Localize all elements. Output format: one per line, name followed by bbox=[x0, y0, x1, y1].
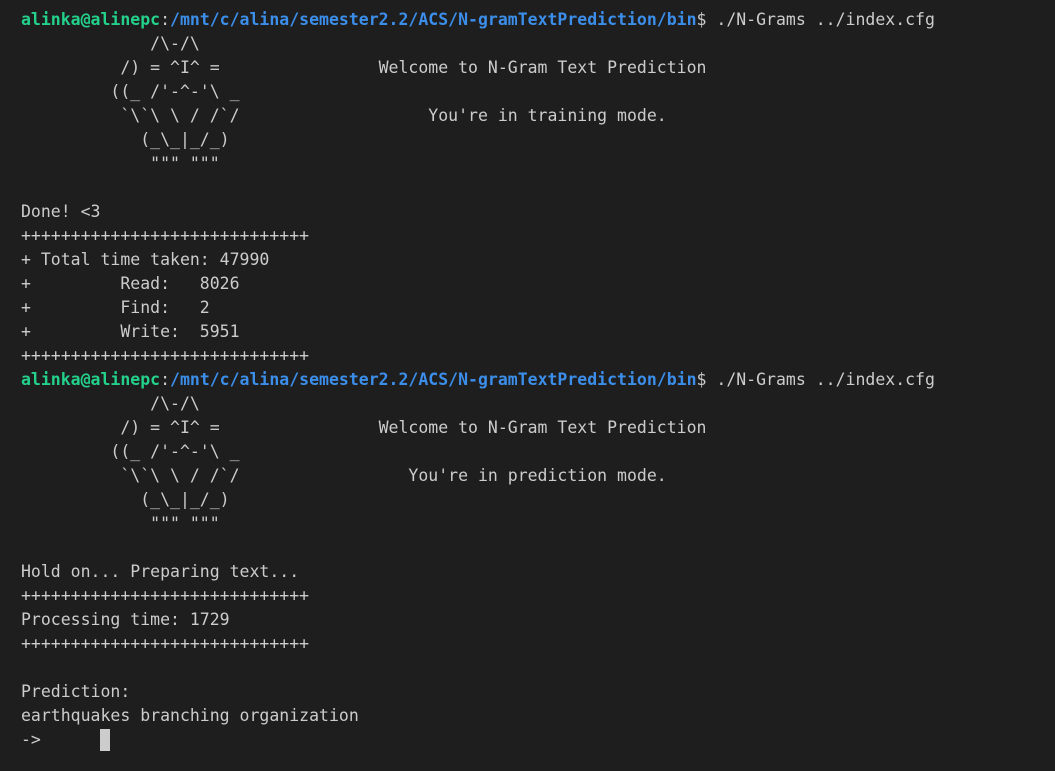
output-line: + Write: 5951 bbox=[21, 322, 240, 341]
text-cursor[interactable] bbox=[100, 729, 111, 751]
shell-prompt-line: alinka@alinepc:/mnt/c/alina/semester2.2/… bbox=[21, 370, 935, 389]
output-line: +++++++++++++++++++++++++++++ bbox=[21, 634, 310, 653]
output-line: +++++++++++++++++++++++++++++ bbox=[21, 346, 310, 365]
prompt-command: $ ./N-Grams ../index.cfg bbox=[696, 10, 935, 29]
output-line: +++++++++++++++++++++++++++++ bbox=[21, 586, 310, 605]
output-line: /) = ^I^ = Welcome to N-Gram Text Predic… bbox=[21, 418, 707, 437]
output-line: Done! <3 bbox=[21, 202, 101, 221]
output-line: ((_ /'-^-'\ _ bbox=[21, 82, 240, 101]
output-line: + Total time taken: 47990 bbox=[21, 250, 270, 269]
output-line: ((_ /'-^-'\ _ bbox=[21, 442, 240, 461]
output-line: + Read: 8026 bbox=[21, 274, 240, 293]
output-line: earthquakes branching organization bbox=[21, 706, 359, 725]
output-line: /\-/\ bbox=[21, 394, 200, 413]
output-line: (_\_|_/_) bbox=[21, 490, 230, 509]
output-line: `\`\ \ / /`/ You're in training mode. bbox=[21, 106, 667, 125]
output-line: `\`\ \ / /`/ You're in prediction mode. bbox=[21, 466, 667, 485]
input-line: -> bbox=[21, 728, 1051, 752]
prompt-user-host: alinka@alinepc bbox=[21, 370, 161, 389]
output-line: Processing time: 1729 bbox=[21, 610, 230, 629]
output-line: Hold on... Preparing text... bbox=[21, 562, 300, 581]
output-line: /\-/\ bbox=[21, 34, 200, 53]
terminal-output[interactable]: alinka@alinepc:/mnt/c/alina/semester2.2/… bbox=[21, 8, 1051, 752]
prompt-path: /mnt/c/alina/semester2.2/ACS/N-gramTextP… bbox=[170, 10, 697, 29]
output-line: +++++++++++++++++++++++++++++ bbox=[21, 226, 310, 245]
output-line: Prediction: bbox=[21, 682, 131, 701]
input-prompt: -> bbox=[21, 730, 101, 749]
output-line: /) = ^I^ = Welcome to N-Gram Text Predic… bbox=[21, 58, 707, 77]
shell-prompt-line: alinka@alinepc:/mnt/c/alina/semester2.2/… bbox=[21, 10, 935, 29]
output-line: """ """ bbox=[21, 514, 220, 533]
output-line: """ """ bbox=[21, 154, 220, 173]
prompt-path: /mnt/c/alina/semester2.2/ACS/N-gramTextP… bbox=[170, 370, 697, 389]
prompt-command: $ ./N-Grams ../index.cfg bbox=[696, 370, 935, 389]
prompt-user-host: alinka@alinepc bbox=[21, 10, 161, 29]
output-line: (_\_|_/_) bbox=[21, 130, 230, 149]
output-line: + Find: 2 bbox=[21, 298, 210, 317]
